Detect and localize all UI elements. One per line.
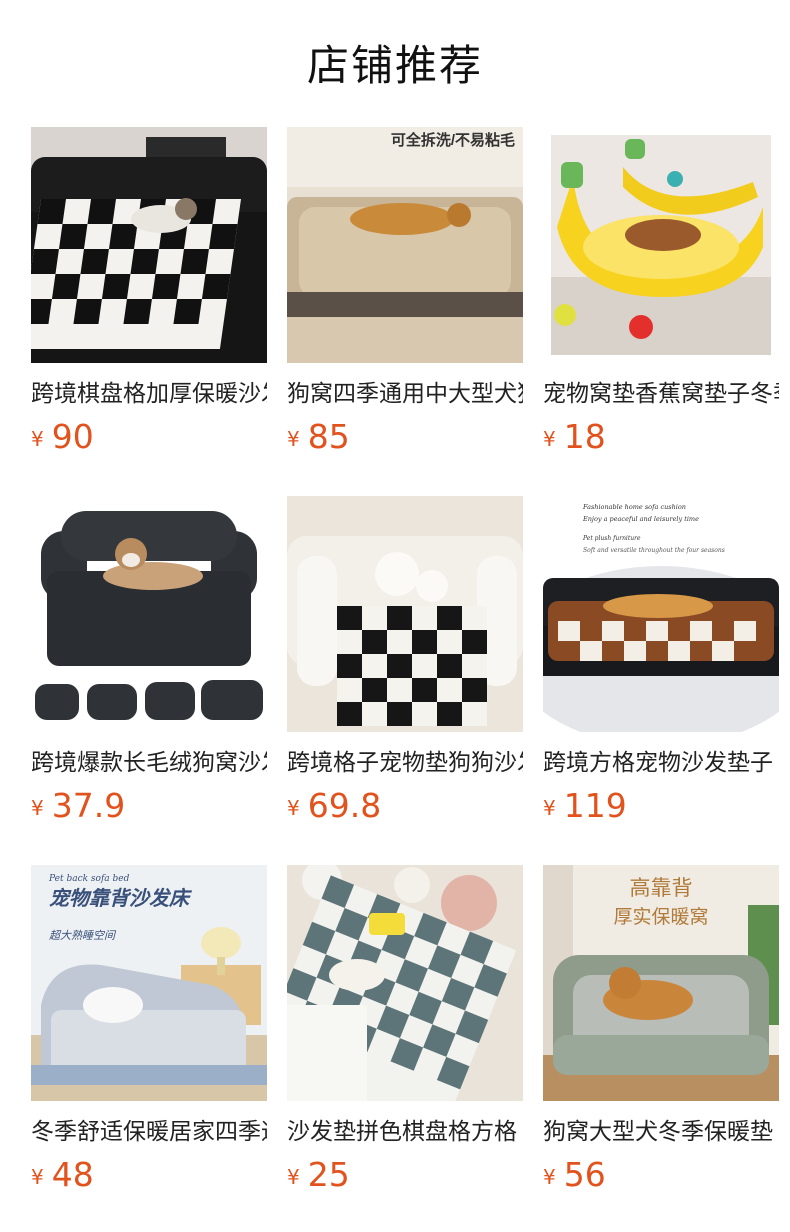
product-price: ¥18 [543,417,606,456]
product-title[interactable]: 跨境爆款长毛绒狗窝沙发 [31,748,267,778]
product-price: ¥48 [31,1155,94,1194]
product-card[interactable]: 宠物窝垫香蕉窝垫子冬季 ¥18 [543,127,779,456]
image-caption: 宠物靠背沙发床 [49,886,193,910]
product-image[interactable]: Fashionable home sofa cushion Enjoy a pe… [543,496,779,732]
product-card[interactable]: 跨境棋盘格加厚保暖沙发垫 ¥90 [31,127,267,456]
product-title[interactable]: 跨境格子宠物垫狗狗沙发 [287,748,523,778]
product-image[interactable]: 可全拆洗/不易粘毛 [287,127,523,363]
image-caption: Pet plush furniture [582,535,641,542]
product-title[interactable]: 跨境方格宠物沙发垫子 [543,748,779,778]
product-title[interactable]: 狗窝大型犬冬季保暖垫 [543,1117,779,1147]
image-caption: Fashionable home sofa cushion [582,503,686,511]
product-image[interactable]: Pet back sofa bed 宠物靠背沙发床 超大熟睡空间 [31,865,267,1101]
image-caption: 可全拆洗/不易粘毛 [391,131,515,149]
image-caption: 超大熟睡空间 [49,929,117,942]
product-card[interactable]: 高靠背 厚实保暖窝 狗窝大型犬冬季保暖垫 ¥56 [543,865,779,1194]
image-caption: 厚实保暖窝 [613,906,708,928]
product-card[interactable]: Fashionable home sofa cushion Enjoy a pe… [543,496,779,825]
product-card[interactable]: 沙发垫拼色棋盘格方格 ¥25 [287,865,523,1194]
product-title[interactable]: 狗窝四季通用中大型犬狗垫 [287,379,523,409]
image-caption: 高靠背 [630,876,693,900]
product-image[interactable] [31,496,267,732]
product-image[interactable] [287,496,523,732]
product-price: ¥85 [287,417,350,456]
product-card[interactable]: Pet back sofa bed 宠物靠背沙发床 超大熟睡空间 冬季舒适保暖居… [31,865,267,1194]
product-price: ¥90 [31,417,94,456]
page-title: 店铺推荐 [306,41,483,90]
product-card[interactable]: 跨境爆款长毛绒狗窝沙发 ¥37.9 [31,496,267,825]
product-image[interactable] [31,127,267,363]
product-image[interactable] [287,865,523,1101]
image-caption: Enjoy a peaceful and leisurely time [582,515,699,523]
product-card[interactable]: 跨境格子宠物垫狗狗沙发 ¥69.8 [287,496,523,825]
product-title[interactable]: 沙发垫拼色棋盘格方格 [287,1117,523,1147]
product-image[interactable] [543,127,779,363]
product-price: ¥69.8 [287,786,382,825]
product-image[interactable]: 高靠背 厚实保暖窝 [543,865,779,1101]
product-price: ¥56 [543,1155,606,1194]
image-caption: Soft and versatile throughout the four s… [583,547,725,554]
product-title[interactable]: 跨境棋盘格加厚保暖沙发垫 [31,379,267,409]
product-title[interactable]: 冬季舒适保暖居家四季通用 [31,1117,267,1147]
product-title[interactable]: 宠物窝垫香蕉窝垫子冬季 [543,379,779,409]
image-caption: Pet back sofa bed [48,874,130,884]
product-price: ¥37.9 [31,786,126,825]
product-card[interactable]: 可全拆洗/不易粘毛 狗窝四季通用中大型犬狗垫 ¥85 [287,127,523,456]
product-price: ¥25 [287,1155,350,1194]
product-price: ¥119 [543,786,627,825]
